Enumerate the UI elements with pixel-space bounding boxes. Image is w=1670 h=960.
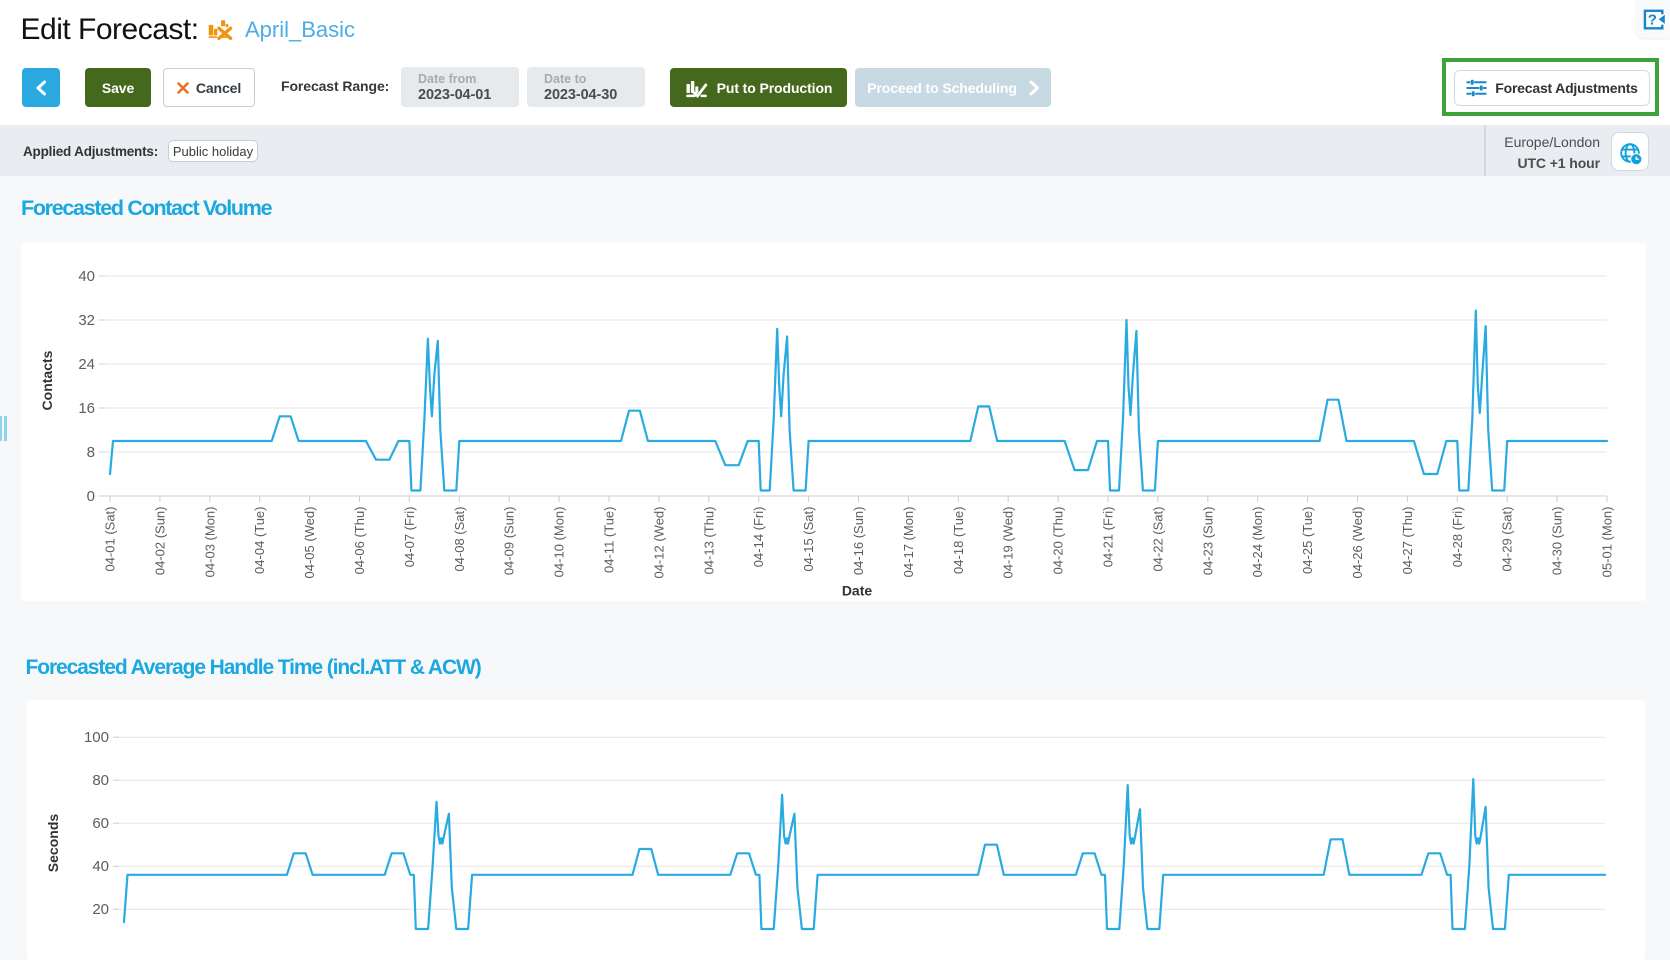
svg-text:04-24 (Mon): 04-24 (Mon) [1250,506,1265,577]
svg-text:?: ? [1648,12,1657,29]
svg-text:Seconds: Seconds [45,814,61,873]
svg-text:04-04 (Tue): 04-04 (Tue) [252,506,267,573]
svg-text:04-26 (Wed): 04-26 (Wed) [1350,506,1365,578]
svg-text:04-17 (Mon): 04-17 (Mon) [901,506,916,577]
svg-text:04-02 (Sun): 04-02 (Sun) [152,506,167,575]
svg-text:04-01 (Sat): 04-01 (Sat) [103,506,118,571]
svg-text:05-01 (Mon): 05-01 (Mon) [1600,506,1615,577]
svg-text:04-28 (Fri): 04-28 (Fri) [1450,506,1465,567]
svg-text:04-22 (Sat): 04-22 (Sat) [1150,506,1165,571]
svg-text:04-11 (Tue): 04-11 (Tue) [602,506,617,572]
svg-text:40: 40 [78,268,95,285]
svg-text:04-03 (Mon): 04-03 (Mon) [202,506,217,577]
svg-text:04-16 (Sun): 04-16 (Sun) [851,506,866,575]
svg-text:Date: Date [842,582,873,598]
svg-text:24: 24 [78,356,95,373]
svg-text:04-21 (Fri): 04-21 (Fri) [1101,506,1116,567]
svg-text:04-27 (Thu): 04-27 (Thu) [1400,506,1415,574]
svg-text:80: 80 [92,772,109,789]
svg-text:04-09 (Sun): 04-09 (Sun) [502,506,517,575]
svg-text:04-25 (Tue): 04-25 (Tue) [1300,506,1315,573]
svg-text:60: 60 [92,815,109,832]
svg-text:8: 8 [87,444,95,461]
svg-text:04-30 (Sun): 04-30 (Sun) [1550,506,1565,575]
svg-text:40: 40 [92,858,109,875]
svg-text:04-14 (Fri): 04-14 (Fri) [751,506,766,567]
svg-text:04-29 (Sat): 04-29 (Sat) [1500,506,1515,571]
svg-text:0: 0 [87,488,95,505]
svg-text:20: 20 [92,901,109,918]
svg-text:32: 32 [78,312,95,329]
svg-text:04-13 (Thu): 04-13 (Thu) [701,506,716,574]
svg-text:04-06 (Thu): 04-06 (Thu) [352,506,367,574]
svg-text:04-10 (Mon): 04-10 (Mon) [552,506,567,577]
svg-text:04-20 (Thu): 04-20 (Thu) [1051,506,1066,574]
svg-text:04-12 (Wed): 04-12 (Wed) [651,506,666,578]
svg-text:04-15 (Sat): 04-15 (Sat) [801,506,816,571]
svg-text:100: 100 [84,729,109,746]
svg-text:04-23 (Sun): 04-23 (Sun) [1200,506,1215,575]
svg-text:Contacts: Contacts [39,350,55,410]
svg-text:16: 16 [78,400,95,417]
svg-text:04-08 (Sat): 04-08 (Sat) [452,506,467,571]
svg-text:04-05 (Wed): 04-05 (Wed) [302,506,317,578]
svg-text:04-19 (Wed): 04-19 (Wed) [1001,506,1016,578]
svg-text:04-07 (Fri): 04-07 (Fri) [402,506,417,567]
svg-text:04-18 (Tue): 04-18 (Tue) [951,506,966,573]
